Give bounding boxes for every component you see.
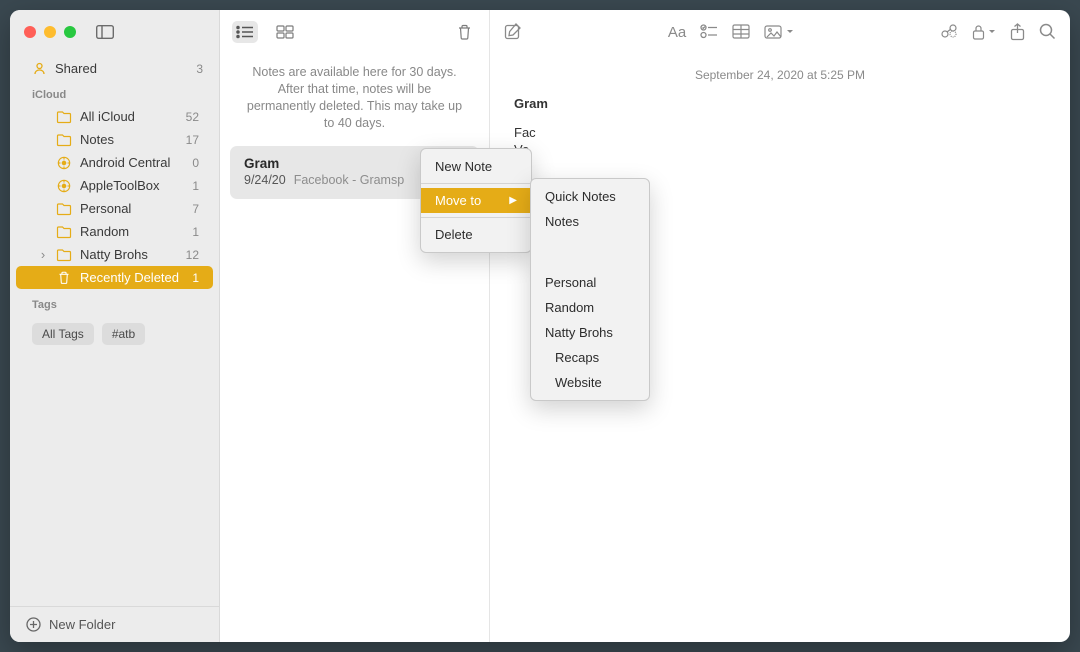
folder-count: 12 <box>186 248 199 262</box>
trash-icon[interactable] <box>451 21 477 43</box>
editor-date: September 24, 2020 at 5:25 PM <box>514 68 1046 82</box>
folder-icon <box>56 225 72 239</box>
ctx-move-to[interactable]: Move to▶ <box>421 188 531 213</box>
notes-list-column: Notes are available here for 30 days. Af… <box>220 10 490 642</box>
ctx-dest-natty-brohs[interactable]: Natty Brohs <box>531 320 649 345</box>
sidebar-folder-random[interactable]: Random 1 <box>16 220 213 243</box>
sidebar-tags-row: All Tags #atb <box>10 315 219 353</box>
folder-count: 1 <box>192 179 199 193</box>
table-icon[interactable] <box>732 24 750 41</box>
sidebar-folder-appletoolbox[interactable]: AppleToolBox 1 <box>16 174 213 197</box>
close-window-button[interactable] <box>24 26 36 38</box>
folder-count: 52 <box>186 110 199 124</box>
folder-count: 7 <box>192 202 199 216</box>
folder-label: All iCloud <box>80 109 178 124</box>
folder-label: Notes <box>80 132 178 147</box>
format-text-icon[interactable]: Aa <box>668 24 686 41</box>
folder-label: Personal <box>80 201 184 216</box>
editor-content-lines: Fac Ve <box>514 125 1046 157</box>
sidebar-shared[interactable]: Shared 3 <box>10 58 219 79</box>
folder-icon <box>56 248 72 262</box>
context-menu: New Note Move to▶ Delete <box>420 148 532 253</box>
sidebar-folder-notes[interactable]: Notes 17 <box>16 128 213 151</box>
folder-icon <box>56 202 72 216</box>
folder-icon <box>56 110 72 124</box>
sidebar-folder-natty-brohs[interactable]: › Natty Brohs 12 <box>16 243 213 266</box>
folder-count: 1 <box>192 225 199 239</box>
ctx-dest-website[interactable]: Website <box>531 370 649 395</box>
sidebar-shared-label: Shared <box>55 61 97 76</box>
compose-icon[interactable] <box>504 23 522 41</box>
folder-label: Random <box>80 224 184 239</box>
ctx-dest-recaps[interactable]: Recaps <box>531 345 649 370</box>
new-folder-label: New Folder <box>49 617 115 632</box>
window-controls <box>24 26 76 38</box>
tag-atb[interactable]: #atb <box>102 323 145 345</box>
folder-icon <box>56 271 72 285</box>
context-submenu: Quick Notes Notes Personal Random Natty … <box>530 178 650 401</box>
sidebar: Shared 3 iCloud All iCloud52Notes17Andro… <box>10 10 220 642</box>
folder-count: 0 <box>192 156 199 170</box>
chevron-right-icon: ▶ <box>509 195 517 206</box>
ctx-delete[interactable]: Delete <box>421 222 531 247</box>
folder-label: AppleToolBox <box>80 178 184 193</box>
folder-count: 1 <box>192 271 199 285</box>
new-folder-button[interactable]: New Folder <box>10 606 219 642</box>
deleted-notice: Notes are available here for 30 days. Af… <box>220 54 489 146</box>
folder-icon <box>56 133 72 147</box>
fullscreen-window-button[interactable] <box>64 26 76 38</box>
lock-icon[interactable] <box>972 23 996 41</box>
editor-toolbar: Aa <box>490 10 1070 54</box>
folder-count: 17 <box>186 133 199 147</box>
note-item-date: 9/24/20 <box>244 173 286 187</box>
sidebar-folder-personal[interactable]: Personal 7 <box>16 197 213 220</box>
share-icon[interactable] <box>1010 23 1025 41</box>
sidebar-tags-header: Tags <box>10 289 219 315</box>
sidebar-account-header: iCloud <box>10 79 219 105</box>
ctx-dest-quick-notes[interactable]: Quick Notes <box>531 184 649 209</box>
folder-label: Recently Deleted <box>80 270 184 285</box>
plus-circle-icon <box>26 617 41 632</box>
folder-icon <box>56 156 72 170</box>
person-icon <box>32 61 47 76</box>
folder-label: Android Central <box>80 155 184 170</box>
link-icon[interactable] <box>940 23 958 41</box>
checklist-icon[interactable] <box>700 24 718 41</box>
search-icon[interactable] <box>1039 23 1056 41</box>
titlebar <box>10 10 219 54</box>
sidebar-folder-android-central[interactable]: Android Central 0 <box>16 151 213 174</box>
folder-label: Natty Brohs <box>80 247 178 262</box>
sidebar-content: Shared 3 iCloud All iCloud52Notes17Andro… <box>10 54 219 606</box>
ctx-dest-personal[interactable]: Personal <box>531 270 649 295</box>
sidebar-toggle-icon[interactable] <box>96 25 114 39</box>
minimize-window-button[interactable] <box>44 26 56 38</box>
ctx-dest-random[interactable]: Random <box>531 295 649 320</box>
ctx-dest-notes[interactable]: Notes <box>531 209 649 234</box>
tag-all[interactable]: All Tags <box>32 323 94 345</box>
gallery-view-button[interactable] <box>272 21 298 43</box>
note-item-preview: Facebook - Gramsp <box>294 173 404 187</box>
editor-title: Gram <box>514 96 1046 111</box>
folder-icon <box>56 179 72 193</box>
notes-toolbar <box>220 10 489 54</box>
media-icon[interactable] <box>764 24 794 41</box>
sidebar-folder-recently-deleted[interactable]: Recently Deleted 1 <box>16 266 213 289</box>
sidebar-shared-count: 3 <box>196 62 203 76</box>
ctx-new-note[interactable]: New Note <box>421 154 531 179</box>
sidebar-folder-all-icloud[interactable]: All iCloud 52 <box>16 105 213 128</box>
editor-body[interactable]: September 24, 2020 at 5:25 PM Gram Fac V… <box>490 54 1070 169</box>
chevron-right-icon: › <box>38 247 48 262</box>
list-view-button[interactable] <box>232 21 258 43</box>
